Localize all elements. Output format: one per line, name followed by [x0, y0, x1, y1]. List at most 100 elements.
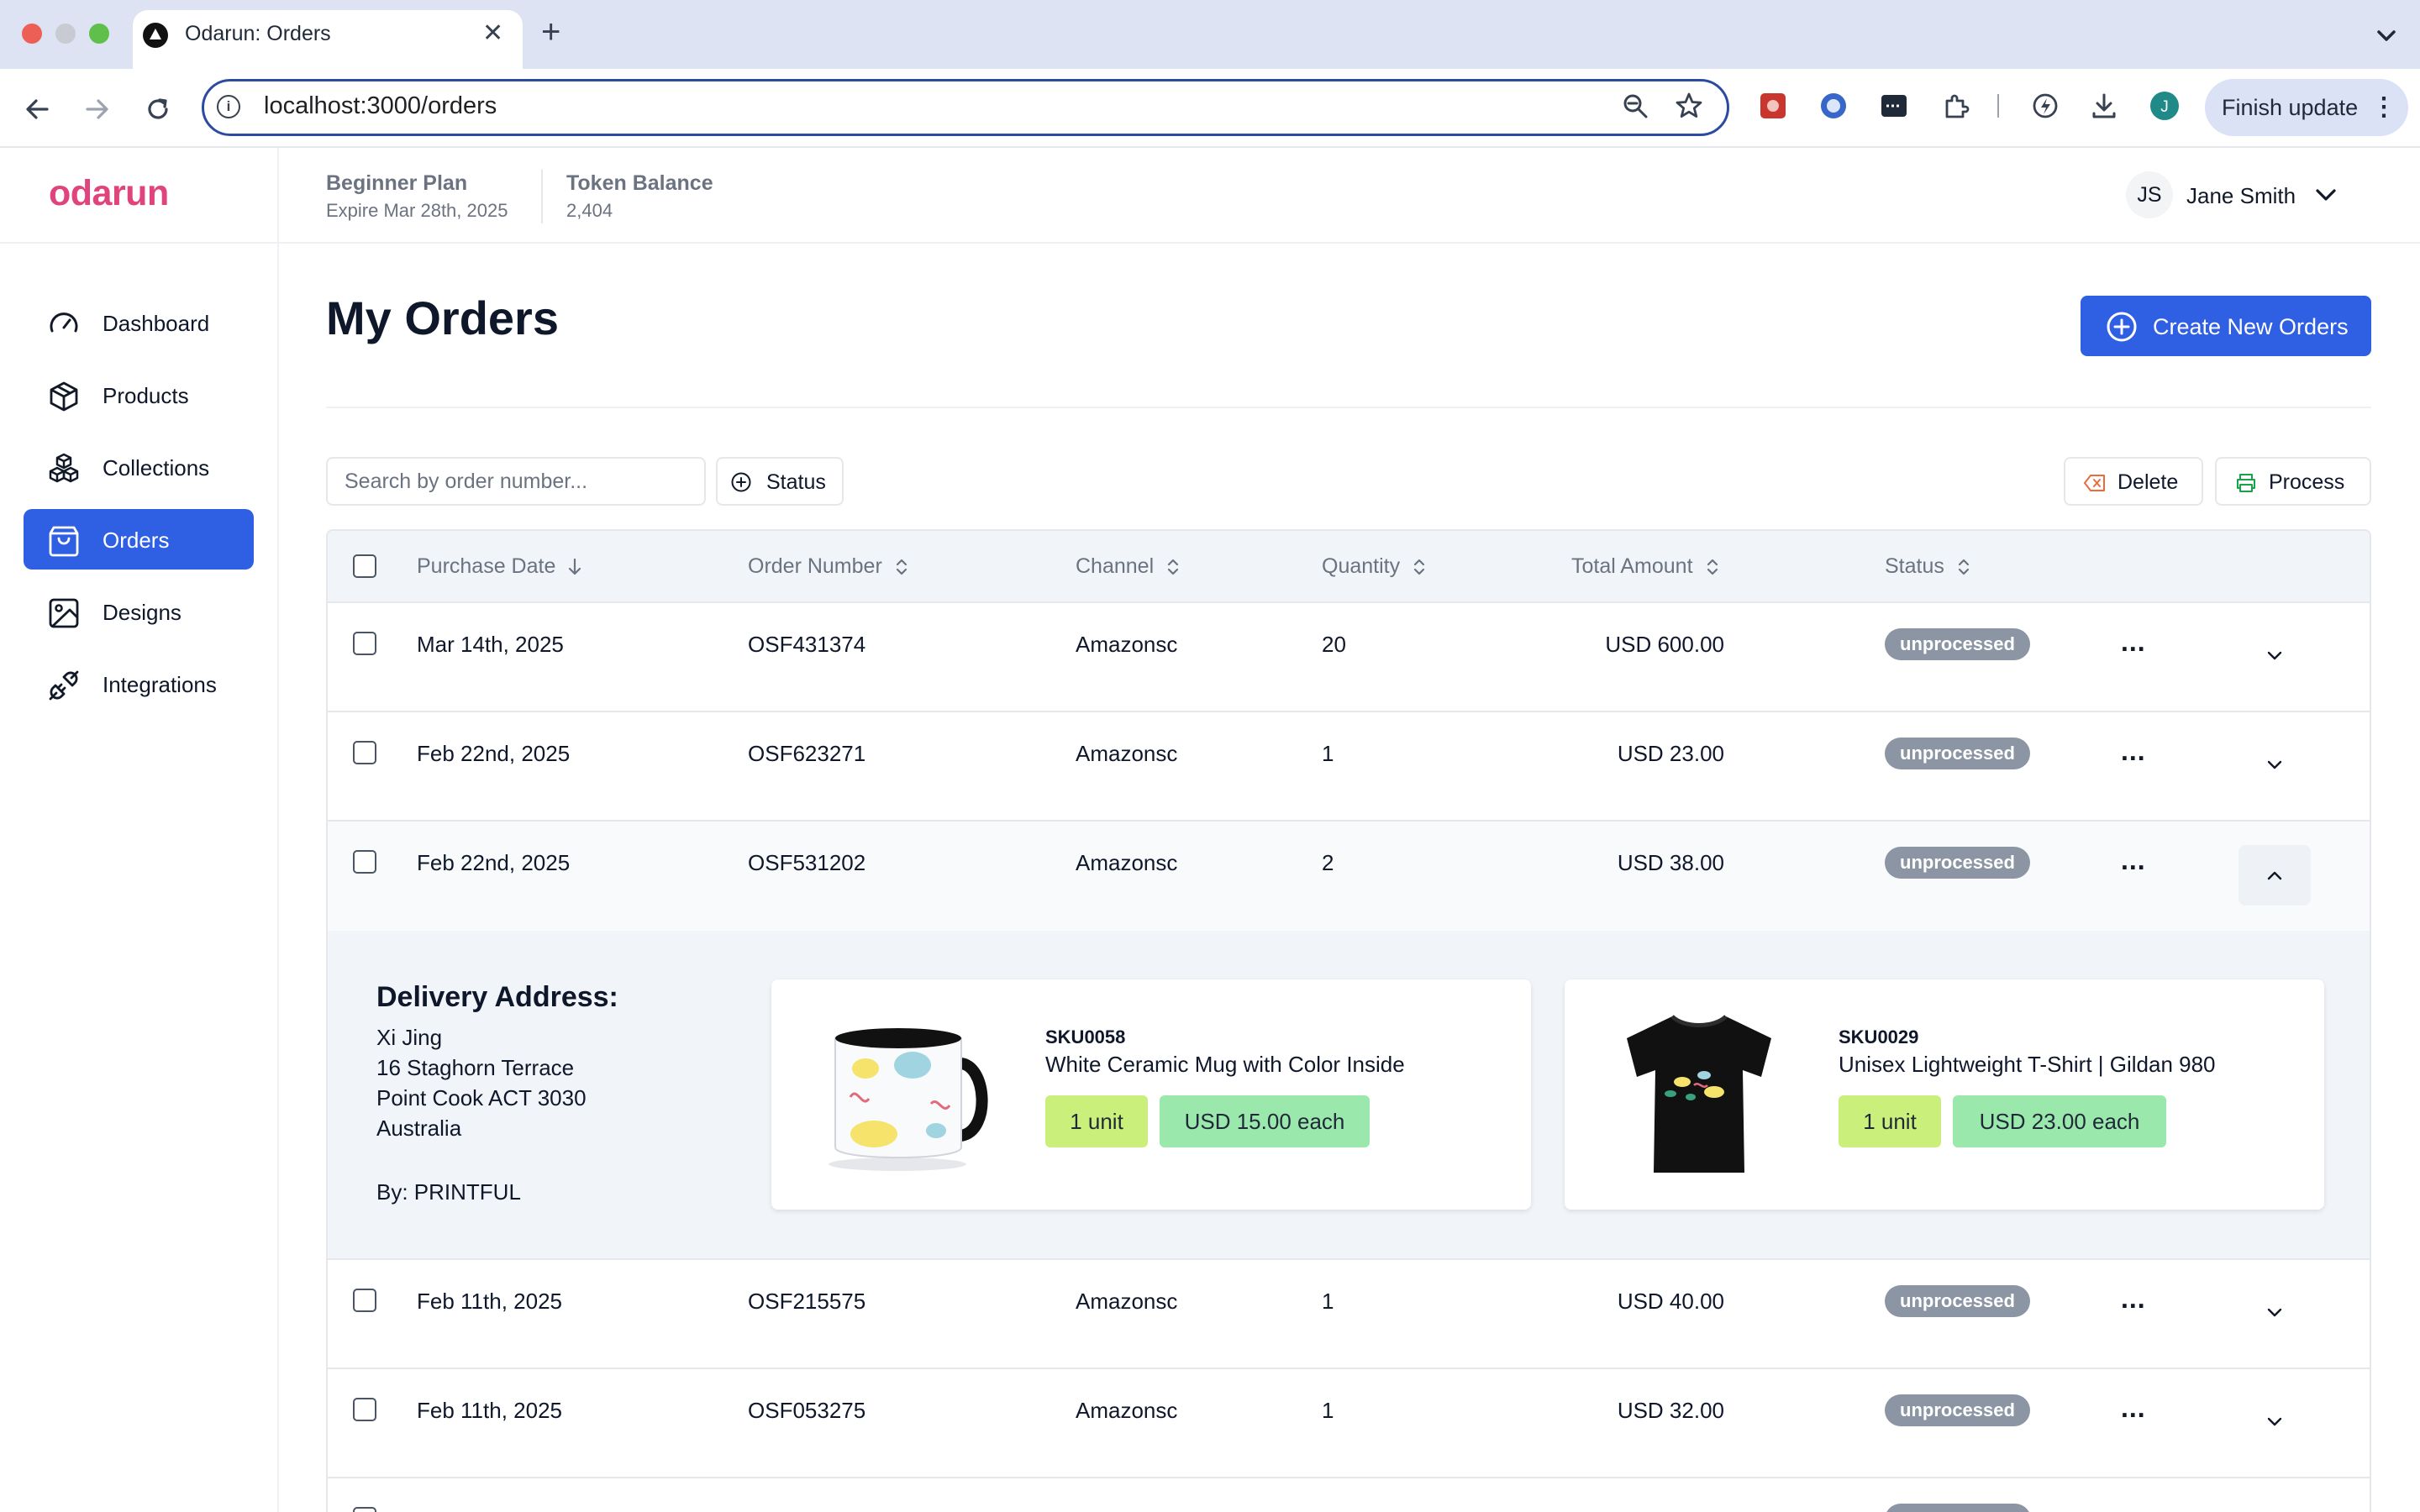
finish-update-button[interactable]: Finish update ⋮ [2205, 79, 2408, 136]
extension-blue-icon[interactable] [1818, 91, 1849, 121]
sort-icon [1958, 559, 1969, 575]
sidebar-item-collections[interactable]: Collections [24, 437, 254, 497]
column-header-status[interactable]: Status [1885, 554, 1971, 579]
chevron-down-icon[interactable] [2265, 759, 2284, 771]
row-checkbox[interactable] [353, 1289, 376, 1312]
item-price-badge: USD 23.00 each [1953, 1095, 2166, 1147]
sidebar-item-label: Orders [103, 528, 170, 553]
window-zoom-button[interactable] [89, 24, 109, 44]
user-avatar[interactable]: JS [2126, 171, 2173, 218]
search-input[interactable] [326, 457, 706, 506]
bookmark-star-icon[interactable] [1674, 91, 1704, 121]
sidebar-divider [277, 148, 279, 1512]
window-minimize-button[interactable] [55, 24, 76, 44]
back-icon[interactable] [18, 91, 55, 128]
sort-icon [1707, 559, 1718, 575]
profile-avatar-icon[interactable]: J [2149, 91, 2180, 121]
cell-order-number: OSF215575 [748, 1289, 866, 1314]
item-sku: SKU0058 [1045, 1026, 1126, 1047]
chevron-down-icon[interactable] [2265, 650, 2284, 662]
chevron-down-icon[interactable] [2265, 1307, 2284, 1319]
window-close-button[interactable] [22, 24, 42, 44]
select-all-checkbox[interactable] [353, 554, 376, 578]
reload-icon[interactable] [139, 91, 176, 128]
header-divider [277, 242, 2420, 244]
process-button[interactable]: Process [2215, 457, 2371, 506]
create-new-orders-button[interactable]: Create New Orders [2081, 296, 2371, 356]
status-filter-button[interactable]: Status [716, 457, 844, 506]
sidebar-item-label: Designs [103, 600, 182, 625]
collapse-button[interactable] [2238, 845, 2311, 906]
column-header-purchase-date[interactable]: Purchase Date [417, 554, 582, 579]
column-header-label: Order Number [748, 554, 882, 578]
extensions-puzzle-icon[interactable] [1941, 91, 1971, 121]
status-filter-label: Status [766, 470, 826, 494]
table-row[interactable]: Feb 22nd, 2025 OSF531202 Amazonsc 2 USD … [328, 822, 2370, 931]
new-tab-icon[interactable]: + [541, 13, 560, 51]
table-row[interactable]: Feb 11th, 2025 OSF053275 Amazonsc 1 USD … [328, 1369, 2370, 1478]
row-checkbox[interactable] [353, 850, 376, 874]
cell-order-number: OSF431374 [748, 632, 866, 657]
sidebar-item-label: Products [103, 383, 189, 408]
order-item-card[interactable]: SKU0029 Unisex Lightweight T-Shirt | Gil… [1565, 979, 2324, 1210]
cell-quantity: 1 [1322, 741, 1334, 766]
cell-purchase-date: Feb 11th, 2025 [417, 1398, 562, 1423]
column-header-quantity[interactable]: Quantity [1322, 554, 1427, 579]
table-header: Purchase Date Order Number Channel Quant… [328, 531, 2370, 603]
status-badge: unprocessed [1885, 628, 2030, 660]
sidebar-item-products[interactable]: Products [24, 365, 254, 425]
row-actions-menu[interactable]: ... [2121, 845, 2146, 876]
row-checkbox[interactable] [353, 632, 376, 655]
extension-password-icon[interactable] [1879, 91, 1909, 121]
cell-channel: Amazonsc [1076, 850, 1178, 875]
row-checkbox[interactable] [353, 1507, 376, 1512]
more-menu-icon[interactable]: ⋮ [2371, 79, 2396, 136]
cell-channel: Amazonsc [1076, 632, 1178, 657]
row-actions-menu[interactable]: ... [2121, 736, 2146, 767]
row-actions-menu[interactable]: ... [2121, 627, 2146, 658]
delivery-address-title: Delivery Address: [376, 981, 618, 1013]
cell-total-amount: USD 32.00 [1617, 1398, 1724, 1423]
address-url[interactable]: localhost:3000/orders [264, 92, 497, 120]
column-header-total-amount[interactable]: Total Amount [1571, 554, 1720, 579]
sidebar-item-label: Integrations [103, 672, 217, 697]
tab-close-icon[interactable]: ✕ [482, 18, 503, 48]
column-header-order-number[interactable]: Order Number [748, 554, 909, 579]
column-header-label: Status [1885, 554, 1944, 578]
row-checkbox[interactable] [353, 1398, 376, 1421]
sidebar-item-orders[interactable]: Orders [24, 509, 254, 570]
chevron-down-icon[interactable] [2265, 1416, 2284, 1428]
sidebar-item-designs[interactable]: Designs [24, 581, 254, 642]
cell-total-amount: USD 600.00 [1605, 632, 1724, 657]
delete-button[interactable]: Delete [2064, 457, 2203, 506]
table-row[interactable] [328, 1478, 2370, 1512]
zoom-icon[interactable] [1620, 91, 1650, 121]
sidebar-item-integrations[interactable]: Integrations [24, 654, 254, 714]
app-logo[interactable]: odarun [49, 173, 169, 214]
table-row[interactable]: Feb 22nd, 2025 OSF623271 Amazonsc 1 USD … [328, 712, 2370, 822]
mug-product-image [829, 1028, 988, 1171]
row-actions-menu[interactable]: ... [2121, 1284, 2146, 1315]
sidebar-item-dashboard[interactable]: Dashboard [24, 292, 254, 353]
table-row[interactable]: Mar 14th, 2025 OSF431374 Amazonsc 20 USD… [328, 603, 2370, 712]
performance-icon[interactable] [2030, 91, 2060, 121]
table-row[interactable]: Feb 11th, 2025 OSF215575 Amazonsc 1 USD … [328, 1260, 2370, 1369]
download-icon[interactable] [2089, 91, 2119, 121]
site-info-icon[interactable]: i [217, 95, 240, 118]
extension-red-icon[interactable] [1758, 91, 1788, 121]
item-units-badge: 1 unit [1045, 1095, 1148, 1147]
row-actions-menu[interactable]: ... [2121, 1393, 2146, 1424]
item-sku: SKU0029 [1839, 1026, 1919, 1047]
row-checkbox[interactable] [353, 741, 376, 764]
user-name[interactable]: Jane Smith [2186, 183, 2296, 209]
cell-purchase-date: Feb 22nd, 2025 [417, 850, 571, 875]
sort-icon [1168, 559, 1179, 575]
chevron-down-icon[interactable] [2312, 185, 2339, 205]
boxes-icon [49, 453, 79, 483]
forward-icon[interactable] [79, 91, 116, 128]
image-icon [49, 598, 79, 628]
tab-search-chevron-icon[interactable] [2370, 20, 2403, 50]
column-header-label: Purchase Date [417, 554, 556, 578]
order-item-card[interactable]: SKU0058 White Ceramic Mug with Color Ins… [771, 979, 1531, 1210]
column-header-channel[interactable]: Channel [1076, 554, 1181, 579]
